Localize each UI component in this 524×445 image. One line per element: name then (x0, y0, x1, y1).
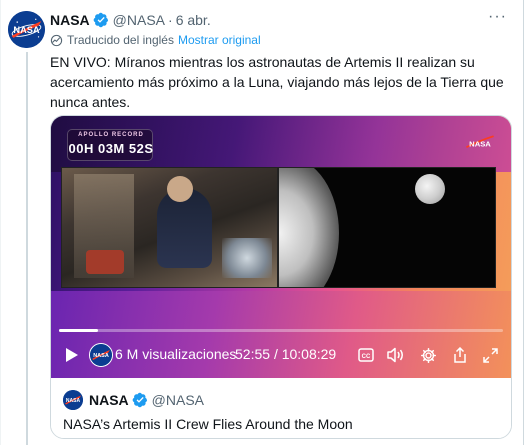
quoted-header: NASA @NASA (89, 391, 204, 409)
svg-text:NASA: NASA (93, 353, 109, 359)
svg-text:NASA: NASA (13, 25, 40, 35)
svg-text:NASA: NASA (469, 139, 491, 148)
tweet-container[interactable]: NASA NASA @NASA · 6 abr. ··· Traducido d… (0, 0, 524, 445)
author-avatar[interactable]: NASA (8, 11, 45, 48)
cabin-light (222, 238, 272, 278)
nasa-logo-icon: NASA (466, 135, 494, 148)
svg-text:NASA: NASA (66, 398, 81, 404)
progress-track[interactable] (59, 329, 503, 332)
astronaut-head (167, 176, 193, 202)
quoted-author-handle[interactable]: @NASA (152, 391, 204, 409)
apollo-record-label: APOLLO RECORD (78, 132, 144, 138)
globe-icon (50, 34, 63, 46)
moon-image (415, 174, 445, 204)
video-controls: NASA 6 M visualizaciones 52:55 / 10:08:2… (51, 342, 511, 368)
tweet-date[interactable]: 6 abr. (176, 11, 211, 29)
more-icon[interactable]: ··· (488, 9, 507, 25)
captions-button[interactable]: CC (355, 342, 377, 368)
cabin-camera-feed (61, 167, 278, 288)
media-card[interactable]: APOLLO RECORD 00H 03M 52S NASA NASA 6 M … (50, 115, 512, 439)
volume-button[interactable] (385, 342, 407, 368)
author-name[interactable]: NASA (50, 11, 90, 29)
duration: 10:08:29 (281, 346, 337, 362)
quoted-text: NASA’s Artemis II Crew Flies Around the … (63, 416, 353, 432)
share-button[interactable] (449, 342, 471, 368)
volume-icon (387, 347, 403, 363)
separator-dot: · (168, 12, 173, 28)
timecode: 52:55 / 10:08:29 (235, 346, 336, 362)
settings-button[interactable] (417, 342, 439, 368)
progress-fill (59, 329, 98, 332)
thread-line (26, 52, 28, 445)
verified-badge-icon[interactable] (93, 12, 109, 28)
quoted-author-name[interactable]: NASA (89, 391, 129, 409)
play-button[interactable] (61, 342, 83, 368)
translated-label: Traducido del inglés (67, 33, 174, 47)
translation-notice: Traducido del inglés Mostrar original (50, 32, 261, 48)
timecode-separator: / (273, 346, 278, 362)
share-icon (454, 346, 466, 363)
apollo-record-overlay: APOLLO RECORD 00H 03M 52S (67, 129, 153, 161)
tweet-header: NASA @NASA · 6 abr. (50, 11, 211, 29)
verified-badge-icon (132, 392, 147, 408)
apollo-record-timer: 00H 03M 52S (68, 141, 154, 156)
quoted-tweet[interactable]: NASA NASA @NASA NASA’s Artemis II Crew F… (51, 378, 511, 438)
gear-icon (420, 347, 436, 363)
show-original-link[interactable]: Mostrar original (178, 32, 261, 48)
author-handle[interactable]: @NASA (113, 11, 165, 29)
channel-avatar[interactable]: NASA (89, 343, 113, 367)
cabin-red-bag (86, 250, 124, 274)
fullscreen-button[interactable] (479, 342, 501, 368)
fullscreen-icon (482, 347, 498, 363)
tweet-text: EN VIVO: Míranos mientras los astronauta… (50, 54, 504, 110)
play-icon (66, 348, 78, 362)
elapsed-time: 52:55 (235, 346, 271, 362)
moon-camera-feed (278, 167, 496, 288)
svg-text:CC: CC (362, 354, 371, 360)
quoted-author-avatar[interactable]: NASA (63, 390, 83, 410)
spacecraft-hull (279, 168, 339, 287)
captions-icon: CC (358, 348, 374, 362)
nasa-meatball-icon: NASA (8, 11, 45, 48)
video-player[interactable]: APOLLO RECORD 00H 03M 52S NASA NASA 6 M … (51, 116, 511, 378)
nasa-meatball-icon: NASA (63, 390, 83, 410)
nasa-meatball-icon: NASA (90, 344, 112, 366)
view-count: 6 M visualizaciones (115, 346, 237, 362)
